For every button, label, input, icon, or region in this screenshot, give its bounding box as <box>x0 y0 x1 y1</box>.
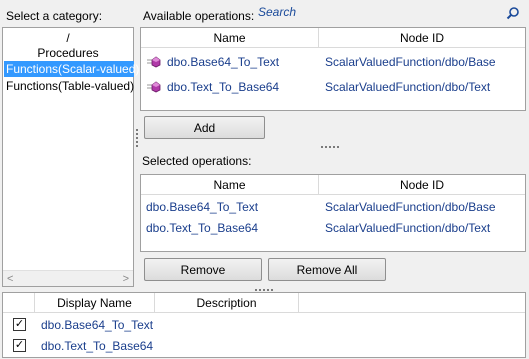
category-item[interactable]: Procedures <box>3 45 133 61</box>
category-hscrollbar[interactable]: < > <box>3 270 133 286</box>
column-header-name[interactable]: Name <box>141 28 319 48</box>
available-row[interactable]: dbo.Base64_To_Text ScalarValuedFunction/… <box>141 51 525 73</box>
function-icon <box>147 56 161 68</box>
category-item[interactable]: / <box>3 30 133 46</box>
column-header-node-id[interactable]: Node ID <box>319 175 525 195</box>
vertical-splitter-grip[interactable] <box>135 128 139 148</box>
available-operations-grid[interactable]: Name Node ID dbo.Base64_To_Text ScalarVa… <box>140 27 526 111</box>
available-grid-header: Name Node ID <box>141 28 525 48</box>
operation-name: dbo.Text_To_Base64 <box>167 80 280 94</box>
operation-node-id: ScalarValuedFunction/dbo/Base <box>325 200 496 214</box>
search-input[interactable]: Search <box>258 5 296 19</box>
search-icon[interactable] <box>506 6 520 20</box>
include-checkbox[interactable]: ✓ <box>13 318 26 331</box>
selected-grid-header: Name Node ID <box>141 175 525 195</box>
add-button[interactable]: Add <box>144 116 265 139</box>
category-item-selected[interactable]: Functions(Scalar-valued) <box>4 61 139 77</box>
display-grid-header: Display Name Description <box>3 293 525 313</box>
column-header-description[interactable]: Description <box>155 293 299 313</box>
column-header-check[interactable] <box>3 293 35 313</box>
display-row[interactable]: ✓ dbo.Text_To_Base64 <box>3 335 525 357</box>
category-label: Select a category: <box>6 9 103 23</box>
remove-all-button[interactable]: Remove All <box>268 258 386 281</box>
available-operations-label: Available operations: <box>143 9 255 23</box>
selected-operations-label: Selected operations: <box>142 154 252 168</box>
selected-operations-grid[interactable]: Name Node ID dbo.Base64_To_Text ScalarVa… <box>140 174 526 252</box>
operation-node-id: ScalarValuedFunction/dbo/Text <box>325 221 491 235</box>
remove-button[interactable]: Remove <box>144 258 262 281</box>
column-header-display-name[interactable]: Display Name <box>35 293 155 313</box>
column-header-node-id[interactable]: Node ID <box>319 28 525 48</box>
operation-name: dbo.Base64_To_Text <box>167 55 280 69</box>
display-row[interactable]: ✓ dbo.Base64_To_Text <box>3 314 525 336</box>
operation-node-id: ScalarValuedFunction/dbo/Base <box>325 55 496 69</box>
search-field[interactable]: Search <box>256 3 526 23</box>
function-icon <box>147 81 161 93</box>
column-header-name[interactable]: Name <box>141 175 319 195</box>
operation-name: dbo.Base64_To_Text <box>146 200 259 214</box>
scroll-right-arrow-icon[interactable]: > <box>123 271 129 287</box>
scroll-left-arrow-icon[interactable]: < <box>7 271 13 287</box>
display-name-grid[interactable]: Display Name Description ✓ dbo.Base64_To… <box>2 292 526 358</box>
operation-name: dbo.Text_To_Base64 <box>146 221 259 235</box>
available-row[interactable]: dbo.Text_To_Base64 ScalarValuedFunction/… <box>141 76 525 98</box>
selected-row[interactable]: dbo.Base64_To_Text ScalarValuedFunction/… <box>141 196 525 218</box>
operation-node-id: ScalarValuedFunction/dbo/Text <box>325 80 491 94</box>
display-name-cell[interactable]: dbo.Text_To_Base64 <box>41 335 153 357</box>
category-item[interactable]: Functions(Table-valued) <box>4 78 134 94</box>
selected-row[interactable]: dbo.Text_To_Base64 ScalarValuedFunction/… <box>141 217 525 239</box>
horizontal-splitter-grip[interactable] <box>320 145 340 149</box>
category-list[interactable]: / Procedures Functions(Scalar-valued) Fu… <box>2 27 139 287</box>
include-checkbox[interactable]: ✓ <box>13 339 26 352</box>
display-name-cell[interactable]: dbo.Base64_To_Text <box>41 314 153 336</box>
